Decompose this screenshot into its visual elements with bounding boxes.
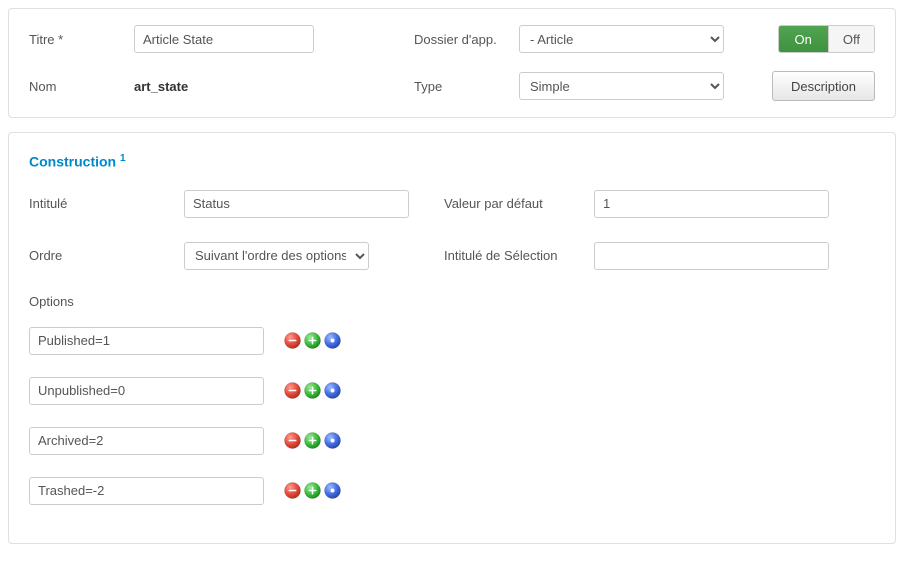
- toggle-off[interactable]: Off: [828, 26, 874, 52]
- section-title: Construction 1: [29, 153, 875, 170]
- ordre-select[interactable]: Suivant l'ordre des options: [184, 242, 369, 270]
- option-row: [29, 327, 875, 355]
- description-button[interactable]: Description: [772, 71, 875, 101]
- remove-icon[interactable]: [284, 432, 301, 449]
- titre-input[interactable]: [134, 25, 314, 53]
- defaut-label: Valeur par défaut: [444, 196, 594, 211]
- move-icon[interactable]: [324, 382, 341, 399]
- add-icon[interactable]: [304, 382, 321, 399]
- option-input[interactable]: [29, 377, 264, 405]
- add-icon[interactable]: [304, 432, 321, 449]
- add-icon[interactable]: [304, 482, 321, 499]
- remove-icon[interactable]: [284, 382, 301, 399]
- defaut-input[interactable]: [594, 190, 829, 218]
- remove-icon[interactable]: [284, 482, 301, 499]
- dossier-label: Dossier d'app.: [414, 32, 519, 47]
- option-input[interactable]: [29, 427, 264, 455]
- intitule-input[interactable]: [184, 190, 409, 218]
- remove-icon[interactable]: [284, 332, 301, 349]
- selection-input[interactable]: [594, 242, 829, 270]
- move-icon[interactable]: [324, 332, 341, 349]
- ordre-label: Ordre: [29, 248, 184, 263]
- move-icon[interactable]: [324, 432, 341, 449]
- option-row: [29, 377, 875, 405]
- titre-label: Titre *: [29, 32, 134, 47]
- type-label: Type: [414, 79, 519, 94]
- option-row: [29, 477, 875, 505]
- move-icon[interactable]: [324, 482, 341, 499]
- dossier-select[interactable]: - Article: [519, 25, 724, 53]
- option-row: [29, 427, 875, 455]
- toggle-on[interactable]: On: [779, 26, 828, 52]
- option-input[interactable]: [29, 477, 264, 505]
- status-toggle[interactable]: On Off: [778, 25, 875, 53]
- type-select[interactable]: Simple: [519, 72, 724, 100]
- option-input[interactable]: [29, 327, 264, 355]
- add-icon[interactable]: [304, 332, 321, 349]
- options-label: Options: [29, 294, 875, 309]
- nom-label: Nom: [29, 79, 134, 94]
- selection-label: Intitulé de Sélection: [444, 248, 594, 263]
- nom-value: art_state: [134, 79, 188, 94]
- intitule-label: Intitulé: [29, 196, 184, 211]
